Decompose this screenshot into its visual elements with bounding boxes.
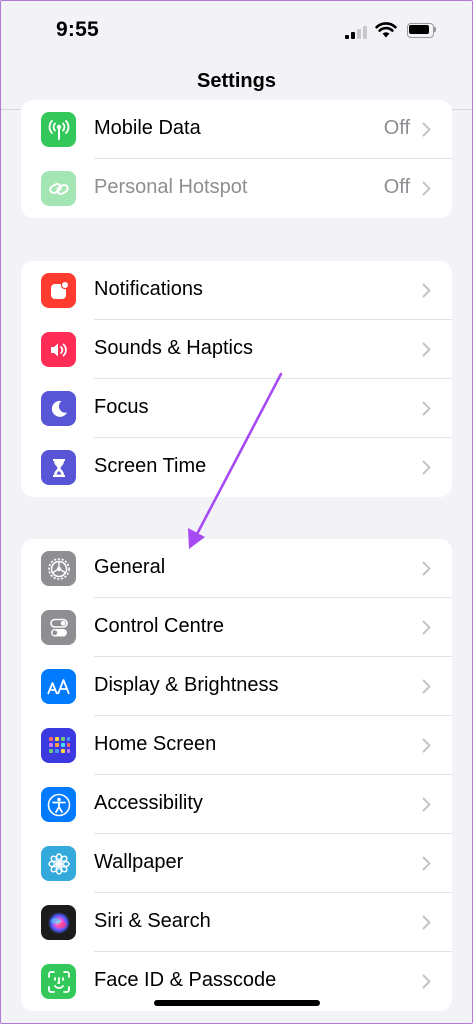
chevron-right-icon [422, 122, 431, 137]
cellular-signal-icon [345, 25, 369, 39]
settings-row-control-centre[interactable]: Control Centre [21, 598, 452, 657]
settings-row-notifications[interactable]: Notifications [21, 261, 452, 320]
speaker-icon [41, 332, 76, 367]
settings-row-label: Mobile Data [94, 117, 201, 139]
antenna-icon [41, 112, 76, 147]
status-time: 9:55 [56, 18, 99, 41]
text-size-icon [41, 669, 76, 704]
chevron-right-icon [422, 856, 431, 871]
settings-row-label: Control Centre [94, 615, 225, 637]
chevron-right-icon [422, 460, 431, 475]
settings-group-connectivity: Mobile Data Off Personal Hotspot Off [21, 100, 452, 218]
settings-row-label: Face ID & Passcode [94, 969, 277, 991]
settings-row-label: Accessibility [94, 792, 203, 814]
chevron-right-icon [422, 797, 431, 812]
siri-icon [41, 905, 76, 940]
toggles-icon [41, 610, 76, 645]
chevron-right-icon [422, 738, 431, 753]
settings-row-label: Display & Brightness [94, 674, 279, 696]
settings-row-label: Wallpaper [94, 851, 184, 873]
accessibility-icon [41, 787, 76, 822]
page-title: Settings [197, 70, 276, 92]
settings-row-wallpaper[interactable]: Wallpaper [21, 834, 452, 893]
settings-row-label: Focus [94, 396, 149, 418]
chevron-right-icon [422, 679, 431, 694]
hourglass-icon [41, 450, 76, 485]
settings-row-label: Home Screen [94, 733, 217, 755]
app-grid-icon [41, 728, 76, 763]
chevron-right-icon [422, 283, 431, 298]
settings-row-label: Siri & Search [94, 910, 211, 932]
chevron-right-icon [422, 915, 431, 930]
settings-group-general: General Control Centre Display & Brightn… [21, 539, 452, 1011]
settings-row-focus[interactable]: Focus [21, 379, 452, 438]
chevron-right-icon [422, 974, 431, 989]
settings-row-sounds-haptics[interactable]: Sounds & Haptics [21, 320, 452, 379]
settings-row-value: Off [383, 176, 410, 198]
chevron-right-icon [422, 181, 431, 196]
settings-row-label: Personal Hotspot [94, 176, 248, 198]
battery-icon [407, 23, 436, 38]
settings-row-screen-time[interactable]: Screen Time [21, 438, 452, 497]
face-id-icon [41, 964, 76, 999]
home-indicator [154, 1000, 320, 1006]
chevron-right-icon [422, 342, 431, 357]
chevron-right-icon [422, 561, 431, 576]
flower-icon [41, 846, 76, 881]
link-icon [41, 171, 76, 206]
settings-group-notifications: Notifications Sounds & Haptics Focus Scr… [21, 261, 452, 497]
settings-row-mobile-data[interactable]: Mobile Data Off [21, 100, 452, 159]
settings-row-value: Off [383, 117, 410, 139]
settings-row-label: Screen Time [94, 455, 207, 477]
settings-row-label: Notifications [94, 278, 203, 300]
settings-row-home-screen[interactable]: Home Screen [21, 716, 452, 775]
chevron-right-icon [422, 401, 431, 416]
settings-row-accessibility[interactable]: Accessibility [21, 775, 452, 834]
settings-row-siri-search[interactable]: Siri & Search [21, 893, 452, 952]
wifi-icon [375, 22, 397, 38]
chevron-right-icon [422, 620, 431, 635]
settings-row-label: General [94, 556, 166, 578]
status-bar: 9:55 [0, 0, 473, 60]
gear-icon [41, 551, 76, 586]
moon-icon [41, 391, 76, 426]
settings-row-display-brightness[interactable]: Display & Brightness [21, 657, 452, 716]
settings-row-general[interactable]: General [21, 539, 452, 598]
bell-icon [41, 273, 76, 308]
settings-row-personal-hotspot[interactable]: Personal Hotspot Off [21, 159, 452, 218]
settings-row-label: Sounds & Haptics [94, 337, 253, 359]
